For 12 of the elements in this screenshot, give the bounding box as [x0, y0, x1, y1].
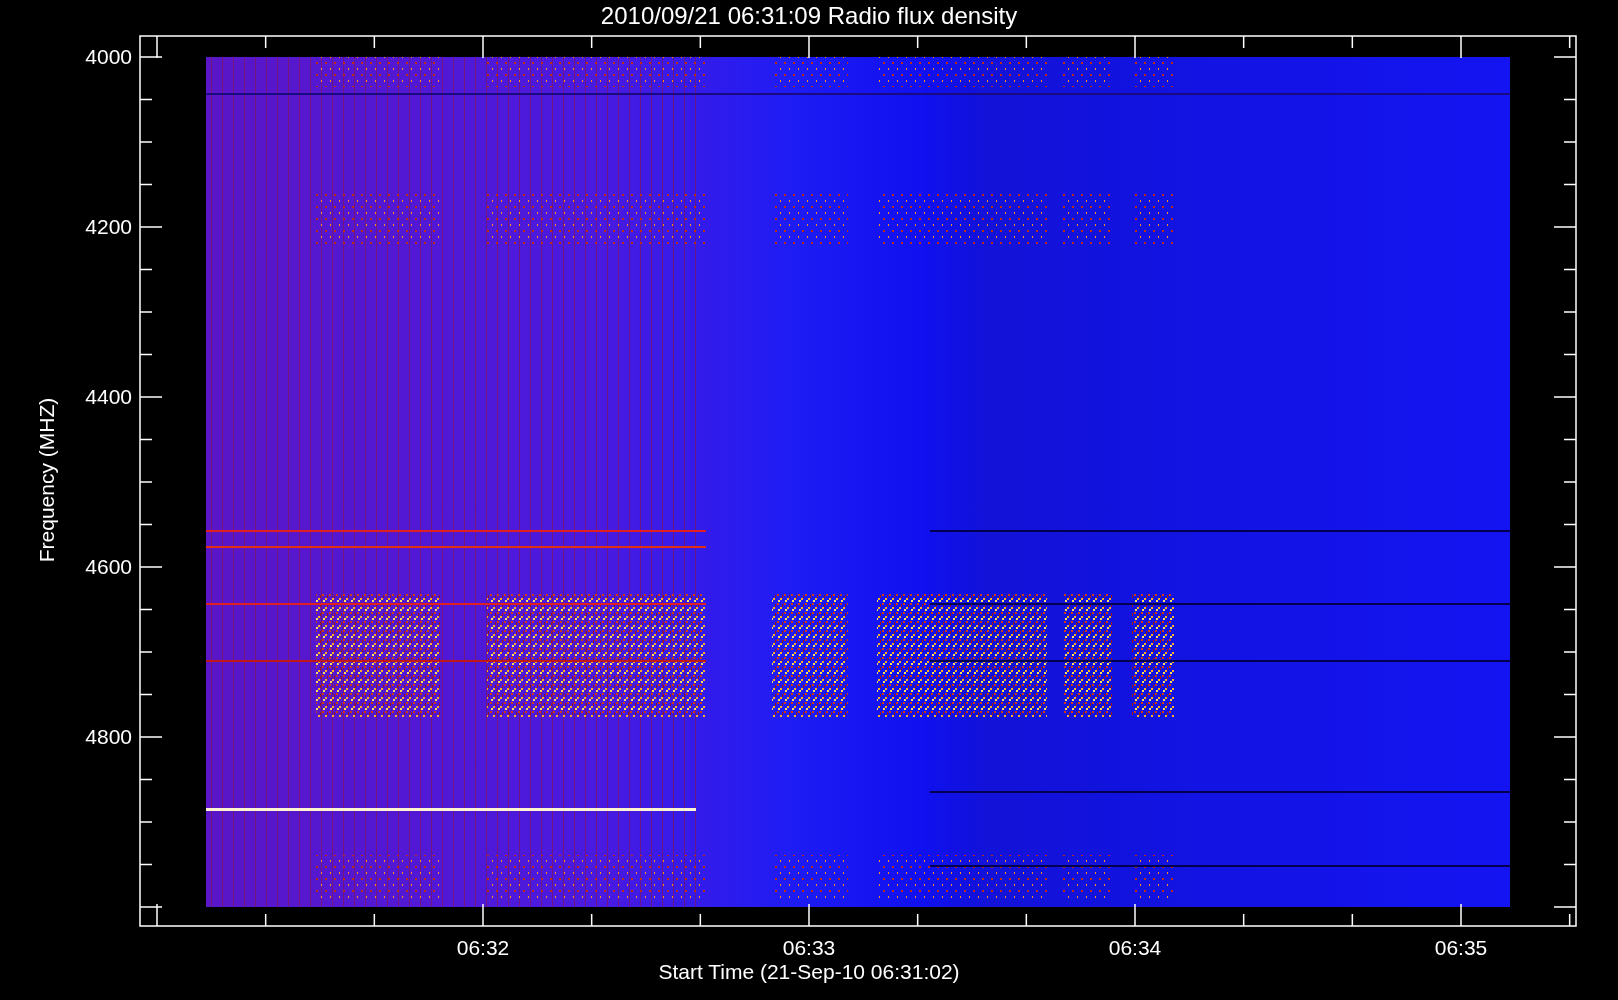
axis-label: Frequency (MHZ) [35, 397, 58, 563]
tick-label: 4600 [85, 555, 132, 578]
tick-label: 06:34 [1108, 936, 1162, 959]
tick-label: 06:33 [782, 936, 836, 959]
tick-label: 4000 [85, 45, 132, 68]
tick-label: 4800 [85, 725, 132, 748]
tick-label: 06:32 [456, 936, 510, 959]
tick-label: 4400 [85, 385, 132, 408]
chart-title: 2010/09/21 06:31:09 Radio flux density [600, 2, 1018, 29]
axis-label: Start Time (21-Sep-10 06:31:02) [658, 960, 960, 983]
tick-label: 4200 [85, 215, 132, 238]
tick-label: 06:35 [1434, 936, 1488, 959]
